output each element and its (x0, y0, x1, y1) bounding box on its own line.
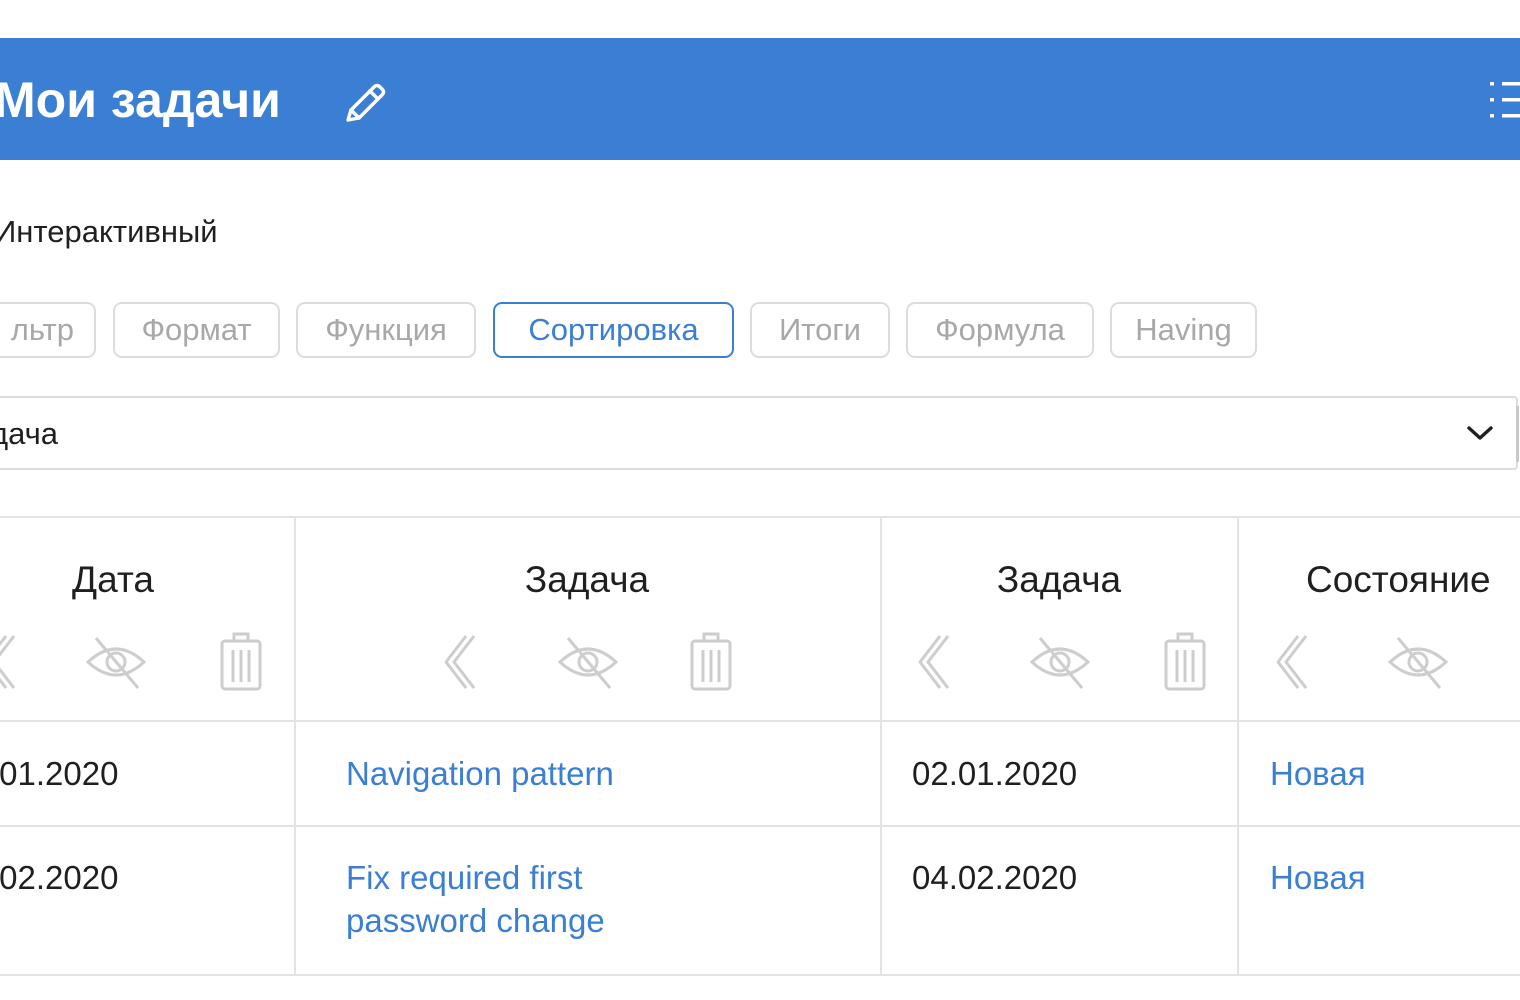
tab-formula[interactable]: Формула (906, 302, 1094, 358)
delete-column-icon[interactable] (688, 630, 734, 694)
tab-filter[interactable]: льтр (0, 302, 96, 358)
tab-having[interactable]: Having (1110, 302, 1257, 358)
hide-column-icon[interactable] (84, 630, 148, 694)
move-left-icon[interactable] (0, 630, 18, 694)
select-divider (1516, 406, 1519, 462)
column-divider (1237, 516, 1239, 976)
page-title: Мои задачи (0, 72, 281, 128)
move-left-icon[interactable] (438, 630, 478, 694)
hide-column-icon[interactable] (556, 630, 620, 694)
column-header-status[interactable]: Состояние (1306, 556, 1520, 604)
column-divider (294, 516, 296, 976)
tab-format[interactable]: Формат (113, 302, 280, 358)
cell-task-date: 02.01.2020 (912, 755, 1078, 792)
cell-task-link[interactable]: Navigation pattern (346, 752, 614, 796)
move-left-icon[interactable] (912, 630, 952, 694)
column-header-date[interactable]: Дата (0, 556, 236, 604)
tab-function[interactable]: Функция (296, 302, 476, 358)
cell-task-link[interactable]: Fix required first (346, 856, 583, 900)
chevron-down-icon[interactable] (1464, 422, 1496, 444)
table-top-border (0, 516, 1520, 518)
column-header-task[interactable]: Задача (400, 556, 774, 604)
delete-column-icon[interactable] (218, 630, 264, 694)
cell-status-link[interactable]: Новая (1270, 856, 1366, 900)
table-bottom-border (0, 974, 1520, 976)
list-menu-icon[interactable] (1486, 76, 1520, 126)
pencil-icon[interactable] (340, 78, 390, 128)
hide-column-icon[interactable] (1386, 630, 1450, 694)
sort-column-value: дача (0, 416, 59, 451)
sort-column-select[interactable] (0, 396, 1518, 470)
cell-status-link[interactable]: Новая (1270, 752, 1366, 796)
move-left-icon[interactable] (1270, 630, 1310, 694)
cell-task-date: 04.02.2020 (912, 859, 1078, 896)
report-mode-label: Интерактивный (0, 214, 218, 249)
column-header-task-date[interactable]: Задача (900, 556, 1218, 604)
column-divider (880, 516, 882, 976)
cell-task-link-line2[interactable]: password change (346, 899, 605, 943)
header-bottom-border (0, 720, 1520, 722)
row-divider (0, 825, 1520, 827)
hide-column-icon[interactable] (1028, 630, 1092, 694)
delete-column-icon[interactable] (1162, 630, 1208, 694)
tab-totals[interactable]: Итоги (750, 302, 890, 358)
tab-sort[interactable]: Сортировка (493, 302, 734, 358)
cell-date: .02.2020 (0, 859, 119, 896)
cell-date: .01.2020 (0, 755, 119, 792)
